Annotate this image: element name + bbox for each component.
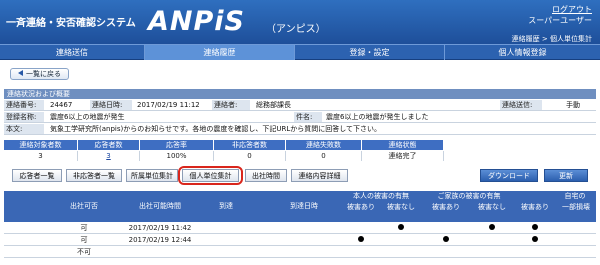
- dept-summary-button[interactable]: 所属単位集計: [126, 169, 178, 182]
- logout-link[interactable]: ログアウト: [552, 4, 592, 15]
- col-house-damage-yes: 被害あり: [521, 203, 549, 211]
- left-triangle-icon: [18, 70, 23, 76]
- nav-send[interactable]: 連絡送信: [0, 45, 145, 60]
- sender-label: 連絡者:: [212, 100, 250, 110]
- col-family-damage: ご家族の被害の有無: [437, 192, 501, 200]
- self-no-damage-dot: [382, 223, 420, 234]
- result-table-header: 出社可否 出社可能時間 到達 到達日時 本人の被害の有無 被害あり 被害なし ご…: [4, 191, 596, 222]
- stats-rate: 100%: [140, 151, 214, 161]
- body-text: 気象工学研究所(anpis)からのお知らせです。各地の震度を確認し、下記URLか…: [50, 125, 382, 133]
- house-damage-dot: [516, 235, 554, 246]
- download-button[interactable]: ダウンロード: [480, 169, 538, 182]
- attend-value: 不可: [77, 248, 91, 256]
- family-damage-dot: [424, 235, 468, 246]
- reg-name: 震度6以上の地震が発生: [50, 113, 125, 121]
- sender-name: 総務部課長: [256, 101, 291, 109]
- summary-row-3: 本文: 気象工学研究所(anpis)からのお知らせです。各地の震度を確認し、下記…: [4, 124, 596, 135]
- col-attend: 出社可否: [70, 202, 98, 210]
- send-method: 手動: [566, 101, 580, 109]
- nav-settings[interactable]: 登録・設定: [295, 45, 445, 60]
- attend-value: 可: [80, 224, 88, 232]
- stats-header-status: 連絡状態: [362, 140, 444, 150]
- dot-icon: [358, 236, 364, 242]
- table-row: 可 2017/02/19 12:44: [4, 235, 596, 246]
- breadcrumb: 連絡履歴 > 個人単位集計: [511, 35, 592, 43]
- stats-header-targets: 連絡対象者数: [4, 140, 78, 150]
- arrival-time-button[interactable]: 出社時間: [245, 169, 287, 182]
- col-attend-time: 出社可能時間: [139, 202, 181, 210]
- house-damage-dot: [516, 223, 554, 234]
- nav-history[interactable]: 連絡履歴: [145, 45, 295, 60]
- stats-header-nonresponders: 非応答者数: [214, 140, 286, 150]
- dot-icon: [443, 236, 449, 242]
- summary-row-1: 連絡番号: 24467 連絡日時: 2017/02/19 11:12 連絡者: …: [4, 100, 596, 111]
- app-logo: ANPiS: [148, 6, 245, 37]
- attend-time-value: 2017/02/19 12:44: [128, 236, 192, 244]
- user-name: スーパーユーザー: [528, 16, 592, 25]
- col-arrived-time: 到達日時: [290, 202, 318, 210]
- summary-section-title: 連絡状況および概要: [4, 89, 596, 99]
- body-label: 本文:: [4, 124, 44, 134]
- update-button[interactable]: 更新: [544, 169, 588, 182]
- col-family-damage-no: 被害なし: [478, 203, 506, 211]
- subject-label: 件名:: [294, 112, 322, 122]
- stats-header-failures: 連絡失敗数: [286, 140, 362, 150]
- app-logo-subtitle: （アンピス）: [266, 24, 326, 35]
- stats-targets: 3: [4, 151, 78, 161]
- col-self-damage: 本人の被害の有無: [353, 192, 409, 200]
- stats-status: 連絡完了: [362, 151, 444, 161]
- dot-icon: [398, 224, 404, 230]
- app-header: 一斉連絡・安否確認システム ANPiS （アンピス） ログアウト スーパーユーザ…: [0, 0, 600, 44]
- stats-header-responders: 応答者数: [78, 140, 140, 150]
- dot-icon: [489, 224, 495, 230]
- col-house-damage: 自宅の: [564, 192, 586, 200]
- dot-icon: [532, 224, 538, 230]
- subject: 震度6以上の地震が発生しました: [326, 113, 429, 121]
- nav-personal[interactable]: 個人情報登録: [445, 45, 600, 60]
- selected-button-highlight: [178, 166, 243, 185]
- contact-date-label: 連絡日時:: [90, 100, 132, 110]
- stats-header-rate: 応答率: [140, 140, 214, 150]
- summary-row-2: 登録名称: 震度6以上の地震が発生 件名: 震度6以上の地震が発生しました: [4, 112, 596, 123]
- contact-detail-button[interactable]: 連絡内容詳細: [291, 169, 348, 182]
- stats-responders-link[interactable]: 3: [78, 151, 140, 161]
- col-self-damage-no: 被害なし: [387, 203, 415, 211]
- back-button[interactable]: 一覧に戻る: [10, 68, 69, 80]
- contact-date: 2017/02/19 11:12: [137, 101, 200, 109]
- responders-list-button[interactable]: 応答者一覧: [12, 169, 62, 182]
- col-arrived: 到達: [219, 202, 233, 210]
- back-button-label: 一覧に戻る: [26, 70, 61, 78]
- dot-icon: [532, 236, 538, 242]
- stats-nonresponders: 0: [214, 151, 286, 161]
- system-name: 一斉連絡・安否確認システム: [6, 18, 136, 29]
- col-family-damage-yes: 被害あり: [432, 203, 460, 211]
- col-self-damage-yes: 被害あり: [347, 203, 375, 211]
- main-nav: 連絡送信 連絡履歴 登録・設定 個人情報登録: [0, 44, 600, 60]
- contact-no: 24467: [50, 101, 73, 109]
- self-damage-dot: [342, 235, 380, 246]
- send-method-label: 連絡送信:: [500, 100, 542, 110]
- nonresponders-list-button[interactable]: 非応答者一覧: [66, 169, 122, 182]
- attend-time-value: 2017/02/19 11:42: [128, 224, 192, 232]
- reg-name-label: 登録名称:: [4, 112, 44, 122]
- col-house-partial: 一部損壊: [562, 203, 590, 211]
- contact-no-label: 連絡番号:: [4, 100, 44, 110]
- attend-value: 可: [80, 236, 88, 244]
- table-row: 不可: [4, 247, 596, 258]
- table-row: 可 2017/02/19 11:42: [4, 223, 596, 234]
- family-no-damage-dot: [470, 223, 514, 234]
- stats-failures: 0: [286, 151, 362, 161]
